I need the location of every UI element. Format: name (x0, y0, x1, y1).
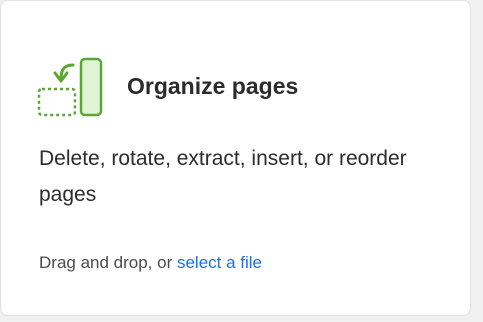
card-title: Organize pages (127, 73, 299, 99)
drop-instructions: Drag and drop, or select a file (39, 253, 262, 273)
organize-pages-icon (37, 57, 103, 117)
drop-text: Drag and drop, or (39, 253, 177, 272)
select-file-link[interactable]: select a file (177, 253, 262, 272)
card-description: Delete, rotate, extract, insert, or reor… (39, 147, 407, 206)
organize-pages-card[interactable]: Organize pages Delete, rotate, extract, … (0, 0, 471, 316)
